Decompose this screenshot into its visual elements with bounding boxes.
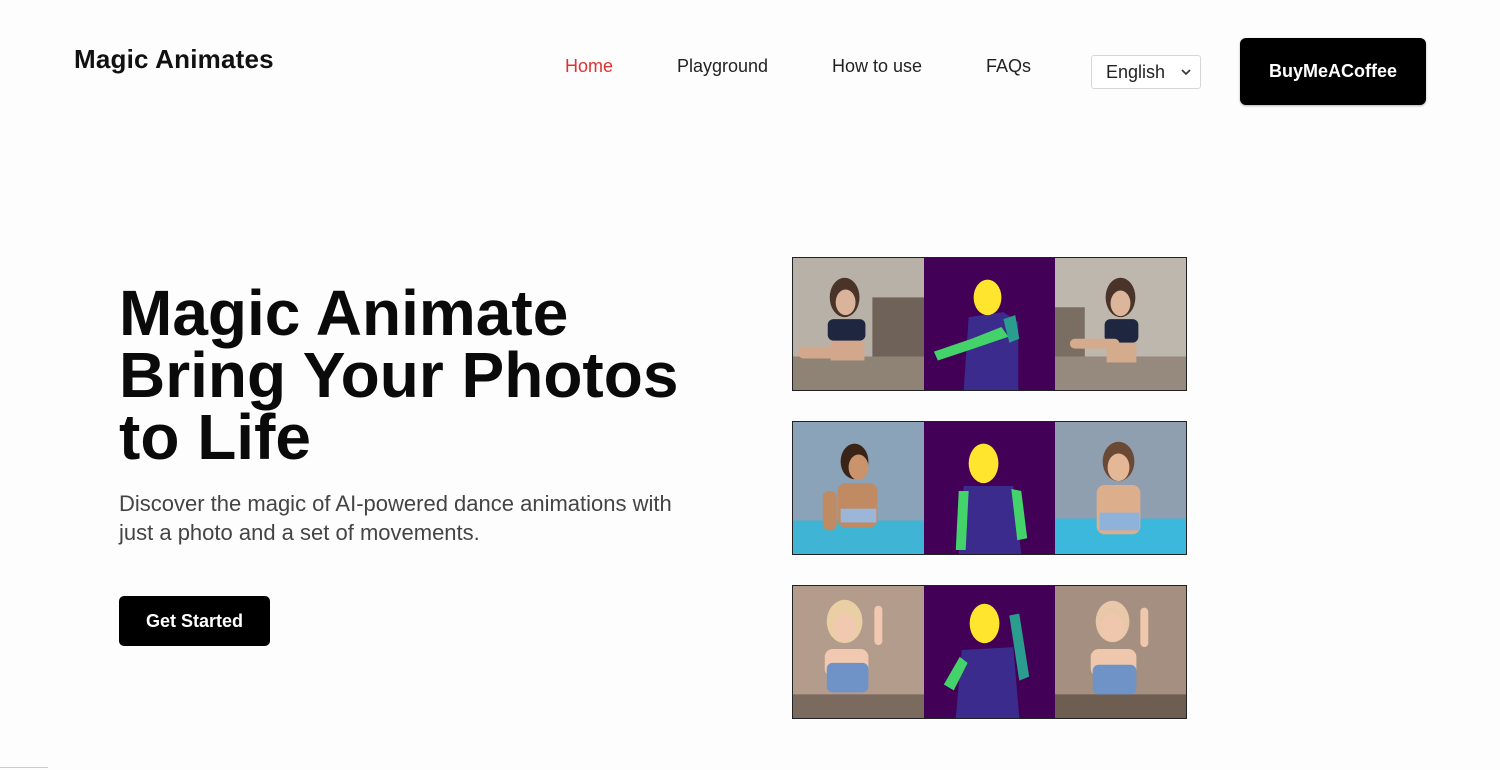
- nav-home[interactable]: Home: [565, 56, 613, 77]
- animated-output: [1055, 586, 1186, 718]
- hero-title: Magic Animate Bring Your Photos to Life: [119, 277, 739, 473]
- pose-sequence-frame: [924, 422, 1055, 554]
- hero-title-line-3: to Life: [119, 401, 311, 473]
- language-select-value: English: [1106, 61, 1166, 82]
- reference-photo: [793, 258, 924, 390]
- nav-faqs[interactable]: FAQs: [986, 56, 1031, 77]
- animation-example-3: [792, 585, 1187, 719]
- hero-title-line-2: Bring Your Photos: [119, 339, 679, 411]
- brand-logo[interactable]: Magic Animates: [74, 44, 274, 75]
- animated-output: [1055, 422, 1186, 554]
- animation-example-1: [792, 257, 1187, 391]
- reference-photo: [793, 422, 924, 554]
- animated-output: [1055, 258, 1186, 390]
- get-started-button[interactable]: Get Started: [119, 596, 270, 646]
- pose-sequence-frame: [924, 258, 1055, 390]
- pose-sequence-frame: [924, 586, 1055, 718]
- nav-playground[interactable]: Playground: [677, 56, 768, 77]
- hero-title-line-1: Magic Animate: [119, 277, 569, 349]
- site-header: Magic Animates Home Playground How to us…: [0, 0, 1500, 120]
- language-select[interactable]: English: [1091, 55, 1201, 89]
- divider: [0, 767, 48, 768]
- chevron-down-icon: [1181, 69, 1191, 76]
- nav-how-to-use[interactable]: How to use: [832, 56, 922, 77]
- hero-subtitle: Discover the magic of AI-powered dance a…: [119, 491, 672, 545]
- animation-example-2: [792, 421, 1187, 555]
- reference-photo: [793, 586, 924, 718]
- buy-me-a-coffee-button[interactable]: BuyMeACoffee: [1240, 38, 1426, 105]
